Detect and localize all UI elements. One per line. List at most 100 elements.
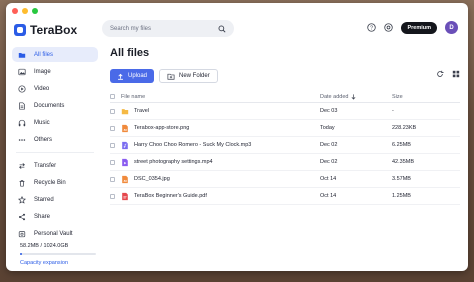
more-icon bbox=[18, 138, 26, 141]
file-name[interactable]: TeraBox Beginner's Guide.pdf bbox=[134, 193, 207, 199]
help-icon[interactable]: ? bbox=[367, 23, 377, 32]
svg-text:?: ? bbox=[370, 25, 373, 31]
row-checkbox[interactable] bbox=[110, 142, 115, 148]
sidebar-item-starred[interactable]: Starred bbox=[12, 192, 98, 207]
table-row[interactable]: Terabox-app-store.png Today 228.23KB bbox=[110, 120, 460, 137]
column-header-date[interactable]: Date added bbox=[320, 94, 392, 100]
search-icon[interactable] bbox=[218, 25, 226, 33]
file-size: 3.57MB bbox=[392, 176, 411, 182]
file-size: - bbox=[392, 108, 394, 114]
sidebar-item-personal-vault[interactable]: Personal Vault bbox=[12, 226, 98, 241]
toolbar: Upload New Folder bbox=[110, 69, 460, 83]
trash-icon bbox=[19, 179, 25, 187]
file-name-cell: street photography settings.mp4 bbox=[120, 158, 320, 167]
sidebar-item-music[interactable]: Music bbox=[12, 115, 98, 130]
column-header-size[interactable]: Size bbox=[392, 94, 452, 100]
sidebar-item-all-files[interactable]: All files bbox=[12, 47, 98, 62]
video-file-icon bbox=[122, 158, 128, 166]
sidebar-item-image[interactable]: Image bbox=[12, 64, 98, 79]
document-icon bbox=[19, 101, 25, 110]
storage-usage-text: 58.2MB / 1024.0GB bbox=[20, 243, 69, 249]
file-name-cell: TeraBox Beginner's Guide.pdf bbox=[120, 192, 320, 201]
new-folder-label: New Folder bbox=[179, 73, 210, 79]
file-date: Dec 02 bbox=[320, 142, 338, 148]
storage-info: 58.2MB / 1024.0GB Capacity expansion bbox=[12, 243, 98, 266]
sidebar-item-others[interactable]: Others bbox=[12, 132, 98, 147]
file-name[interactable]: DSC_0354.jpg bbox=[134, 176, 170, 182]
search-bar[interactable]: Search my files bbox=[102, 20, 234, 37]
upload-icon bbox=[118, 73, 123, 80]
table-row[interactable]: Harry Choo Choo Romero - Suck My Clock.m… bbox=[110, 137, 460, 154]
image-file-icon bbox=[122, 175, 128, 183]
file-name[interactable]: Harry Choo Choo Romero - Suck My Clock.m… bbox=[134, 142, 251, 148]
transfer-icon bbox=[19, 162, 25, 169]
pdf-file-icon bbox=[122, 192, 128, 200]
upload-button[interactable]: Upload bbox=[110, 69, 155, 83]
folder-icon bbox=[121, 108, 129, 114]
row-checkbox[interactable] bbox=[110, 176, 115, 182]
file-name[interactable]: Travel bbox=[134, 108, 149, 114]
file-name-cell: Harry Choo Choo Romero - Suck My Clock.m… bbox=[120, 141, 320, 150]
sidebar-item-video[interactable]: Video bbox=[12, 81, 98, 96]
sidebar-item-label: Starred bbox=[34, 196, 54, 203]
file-name-cell: Terabox-app-store.png bbox=[120, 124, 320, 133]
file-name-cell: Travel bbox=[120, 107, 320, 116]
sidebar-divider bbox=[16, 152, 94, 153]
table-row[interactable]: DSC_0354.jpg Oct 14 3.57MB bbox=[110, 171, 460, 188]
image-file-icon bbox=[122, 124, 128, 132]
avatar[interactable]: D bbox=[445, 21, 458, 34]
table-row[interactable]: street photography settings.mp4 Dec 02 42.… bbox=[110, 154, 460, 171]
file-size: 6.25MB bbox=[392, 142, 411, 148]
sidebar-item-label: Music bbox=[34, 119, 50, 126]
sidebar-item-share[interactable]: Share bbox=[12, 209, 98, 224]
column-header-date-label: Date added bbox=[320, 93, 349, 100]
file-name[interactable]: Terabox-app-store.png bbox=[134, 125, 189, 131]
view-controls bbox=[436, 70, 460, 78]
new-folder-button[interactable]: New Folder bbox=[159, 69, 218, 83]
row-checkbox[interactable] bbox=[110, 108, 115, 114]
premium-button[interactable]: Premium bbox=[401, 21, 437, 34]
file-date: Dec 03 bbox=[320, 108, 338, 114]
minimize-window-button[interactable] bbox=[22, 8, 28, 14]
grid-view-icon[interactable] bbox=[452, 70, 460, 78]
sidebar-item-label: Image bbox=[34, 68, 51, 75]
file-table: File name Date added Size Travel Dec 03- T… bbox=[110, 91, 460, 205]
file-date: Today bbox=[320, 125, 335, 131]
sidebar-item-label: All files bbox=[34, 51, 54, 58]
upload-label: Upload bbox=[128, 73, 148, 79]
column-header-name[interactable]: File name bbox=[120, 94, 320, 100]
sidebar-item-recycle-bin[interactable]: Recycle Bin bbox=[12, 175, 98, 190]
select-all-checkbox[interactable] bbox=[110, 94, 115, 99]
sidebar-item-label: Personal Vault bbox=[34, 230, 73, 237]
row-checkbox[interactable] bbox=[110, 159, 115, 165]
row-checkbox[interactable] bbox=[110, 125, 115, 131]
sidebar-item-label: Video bbox=[34, 85, 50, 92]
table-row[interactable]: TeraBox Beginner's Guide.pdf Oct 14 1.25MB bbox=[110, 188, 460, 205]
sidebar-item-label: Recycle Bin bbox=[34, 179, 66, 186]
sidebar-item-documents[interactable]: Documents bbox=[12, 98, 98, 113]
music-icon bbox=[18, 119, 26, 126]
main-content: All files Upload New Folder File name Da… bbox=[110, 47, 460, 205]
file-size: 42.35MB bbox=[392, 159, 415, 165]
app-name: TeraBox bbox=[30, 23, 78, 37]
sidebar-item-label: Transfer bbox=[34, 162, 57, 169]
file-date: Oct 14 bbox=[320, 193, 337, 199]
row-checkbox[interactable] bbox=[110, 193, 115, 199]
capacity-expansion-link[interactable]: Capacity expansion bbox=[20, 260, 98, 266]
file-name[interactable]: street photography settings.mp4 bbox=[134, 159, 213, 165]
close-window-button[interactable] bbox=[12, 8, 18, 14]
maximize-window-button[interactable] bbox=[32, 8, 38, 14]
sidebar-item-transfer[interactable]: Transfer bbox=[12, 158, 98, 173]
table-row[interactable]: Travel Dec 03 - bbox=[110, 103, 460, 120]
star-icon bbox=[18, 195, 26, 204]
sidebar-item-label: Share bbox=[34, 213, 51, 220]
vault-icon bbox=[18, 230, 26, 237]
search-input[interactable]: Search my files bbox=[110, 26, 218, 32]
settings-icon[interactable] bbox=[384, 23, 394, 32]
app-window: TeraBox Search my files ? Premium D All … bbox=[6, 3, 468, 271]
sort-down-icon bbox=[352, 93, 356, 100]
refresh-icon[interactable] bbox=[436, 70, 444, 78]
sidebar-item-label: Others bbox=[34, 136, 53, 143]
file-date: Oct 14 bbox=[320, 176, 337, 182]
file-name-cell: DSC_0354.jpg bbox=[120, 175, 320, 184]
